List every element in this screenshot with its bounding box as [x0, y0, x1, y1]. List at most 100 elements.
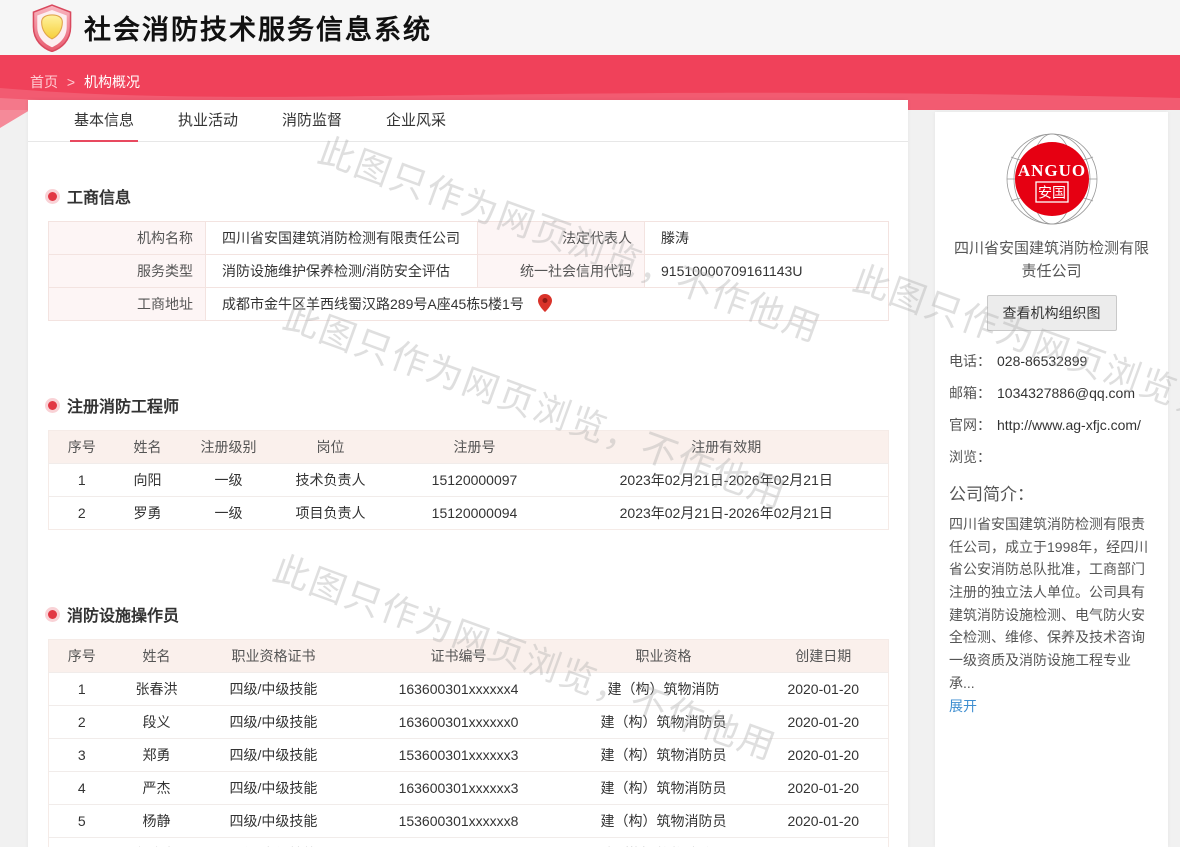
org-name-label: 机构名称	[49, 222, 206, 255]
company-profile-title: 公司简介：	[949, 480, 1154, 505]
cell-index: 5	[49, 805, 115, 838]
cell-cert-number: 153600301xxxxxx3	[349, 739, 569, 772]
breadcrumb: 首页 > 机构概况	[0, 55, 1180, 92]
cell-cert-number: 153600301xxxxxx8	[349, 805, 569, 838]
cell-certificate: 四级/中级技能	[199, 805, 349, 838]
cell-reg-number: 15120000097	[385, 464, 565, 497]
legal-rep-value: 滕涛	[645, 222, 889, 255]
table-row: 4 严杰 四级/中级技能 163600301xxxxxx3 建（构）筑物消防员 …	[49, 772, 889, 805]
operators-header-row: 序号姓名职业资格证书证书编号职业资格创建日期	[49, 640, 889, 673]
column-header: 注册有效期	[565, 431, 889, 464]
operators-body: 1 张春洪 四级/中级技能 163600301xxxxxx4 建（构）筑物消防 …	[49, 673, 889, 847]
column-header: 岗位	[277, 431, 385, 464]
cell-name: 向阳	[115, 464, 181, 497]
band-corner-decoration	[0, 110, 30, 128]
table-row: 2 罗勇 一级 项目负责人 15120000094 2023年02月21日-20…	[49, 497, 889, 530]
contact-row: 浏览：	[949, 447, 1154, 468]
cell-create-date: 2020-01-20	[759, 706, 889, 739]
legal-rep-label: 法定代表人	[478, 222, 645, 255]
business-info-title: 工商信息	[48, 184, 888, 208]
cell-cert-number: 163600301xxxxxx4	[349, 673, 569, 706]
business-info-title-text: 工商信息	[67, 184, 131, 208]
table-row: 机构名称 四川省安国建筑消防检测有限责任公司 法定代表人 滕涛	[49, 222, 889, 255]
contact-label: 电话：	[949, 351, 997, 372]
cell-qualification: 建（构）筑物消防员	[569, 739, 759, 772]
table-row: 1 张春洪 四级/中级技能 163600301xxxxxx4 建（构）筑物消防 …	[49, 673, 889, 706]
engineers-header-row: 序号姓名注册级别岗位注册号注册有效期	[49, 431, 889, 464]
tab-practice-activity[interactable]: 执业活动	[174, 109, 242, 141]
tab-fire-supervision[interactable]: 消防监督	[278, 109, 346, 141]
cell-cert-number: 163600301xxxxxx3	[349, 772, 569, 805]
cell-qualification: 建（构）筑物消防员	[569, 838, 759, 847]
contact-label: 官网：	[949, 415, 997, 436]
contact-list: 电话： 028-86532899 邮箱： 1034327886@qq.com 官…	[949, 351, 1154, 468]
company-profile-text: 四川省安国建筑消防检测有限责任公司，成立于1998年，经四川省公安消防总队批准，…	[949, 513, 1154, 694]
table-row: 5 杨静 四级/中级技能 153600301xxxxxx8 建（构）筑物消防员 …	[49, 805, 889, 838]
contact-value: 1034327886@qq.com	[997, 383, 1154, 404]
cell-name: 段义	[115, 706, 199, 739]
cell-cert-number: 163600301xxxxxx0	[349, 706, 569, 739]
cell-certificate: 四级/中级技能	[199, 772, 349, 805]
cell-index: 4	[49, 772, 115, 805]
cell-certificate: 四级/中级技能	[199, 739, 349, 772]
cell-certificate: 四级/中级技能	[199, 673, 349, 706]
cell-validity: 2023年02月21日-2026年02月21日	[565, 497, 889, 530]
breadcrumb-home-link[interactable]: 首页	[30, 74, 58, 90]
cell-level: 一级	[181, 464, 277, 497]
business-info-table: 机构名称 四川省安国建筑消防检测有限责任公司 法定代表人 滕涛 服务类型 消防设…	[48, 221, 889, 321]
table-row: 2 段义 四级/中级技能 163600301xxxxxx0 建（构）筑物消防员 …	[49, 706, 889, 739]
section-bullet-icon	[48, 610, 57, 619]
tab-bar: 基本信息 执业活动 消防监督 企业风采	[28, 100, 908, 142]
company-sidebar: ANGUO 安国 四川省安国建筑消防检测有限责任公司 查看机构组织图 电话： 0…	[935, 112, 1168, 847]
view-org-chart-button[interactable]: 查看机构组织图	[987, 295, 1117, 331]
operators-title-text: 消防设施操作员	[67, 602, 179, 626]
tab-basic-info[interactable]: 基本信息	[70, 109, 138, 141]
service-type-label: 服务类型	[49, 255, 206, 288]
cell-position: 技术负责人	[277, 464, 385, 497]
svg-text:安国: 安国	[1038, 185, 1066, 201]
table-row: 工商地址 成都市金牛区羊西线蜀汉路289号A座45栋5楼1号	[49, 288, 889, 321]
cell-position: 项目负责人	[277, 497, 385, 530]
column-header: 姓名	[115, 640, 199, 673]
column-header: 注册号	[385, 431, 565, 464]
column-header: 职业资格	[569, 640, 759, 673]
contact-label: 浏览：	[949, 447, 997, 468]
cell-name: 张春洪	[115, 673, 199, 706]
credit-code-label: 统一社会信用代码	[478, 255, 645, 288]
cell-create-date: 2020-01-20	[759, 673, 889, 706]
column-header: 序号	[49, 640, 115, 673]
cell-level: 一级	[181, 497, 277, 530]
operators-section: 消防设施操作员 序号姓名职业资格证书证书编号职业资格创建日期 1 张春洪 四级/…	[28, 602, 908, 847]
cell-qualification: 建（构）筑物消防	[569, 673, 759, 706]
section-bullet-icon	[48, 192, 57, 201]
site-title: 社会消防技术服务信息系统	[84, 8, 432, 47]
business-info-section: 工商信息 机构名称 四川省安国建筑消防检测有限责任公司 法定代表人 滕涛 服务类…	[28, 184, 908, 321]
cell-name: 刘金龙	[115, 838, 199, 847]
contact-value: http://www.ag-xfjc.com/	[997, 415, 1154, 436]
cell-index: 3	[49, 739, 115, 772]
breadcrumb-current: 机构概况	[84, 74, 140, 90]
expand-link[interactable]: 展开	[949, 696, 977, 716]
svg-text:ANGUO: ANGUO	[1017, 161, 1085, 180]
cell-qualification: 建（构）筑物消防员	[569, 706, 759, 739]
cell-index: 2	[49, 497, 115, 530]
cell-certificate: 四级/中级技能	[199, 706, 349, 739]
cell-qualification: 建（构）筑物消防员	[569, 805, 759, 838]
page: 社会消防技术服务信息系统 首页 > 机构概况 基本信息 执业活动 消防监督 企业…	[0, 0, 1180, 847]
cell-index: 1	[49, 673, 115, 706]
cell-create-date: 2020-01-20	[759, 838, 889, 847]
contact-value	[997, 447, 1154, 468]
contact-label: 邮箱：	[949, 383, 997, 404]
cell-create-date: 2020-01-20	[759, 772, 889, 805]
cell-certificate: 四级/中级技能	[199, 838, 349, 847]
section-bullet-icon	[48, 401, 57, 410]
cell-name: 罗勇	[115, 497, 181, 530]
org-name-value: 四川省安国建筑消防检测有限责任公司	[206, 222, 478, 255]
engineers-section: 注册消防工程师 序号姓名注册级别岗位注册号注册有效期 1 向阳 一级	[28, 393, 908, 530]
tab-company-showcase[interactable]: 企业风采	[382, 109, 450, 141]
column-header: 创建日期	[759, 640, 889, 673]
company-logo: ANGUO 安国	[1005, 132, 1099, 226]
column-header: 姓名	[115, 431, 181, 464]
column-header: 注册级别	[181, 431, 277, 464]
map-pin-icon[interactable]	[538, 294, 552, 312]
